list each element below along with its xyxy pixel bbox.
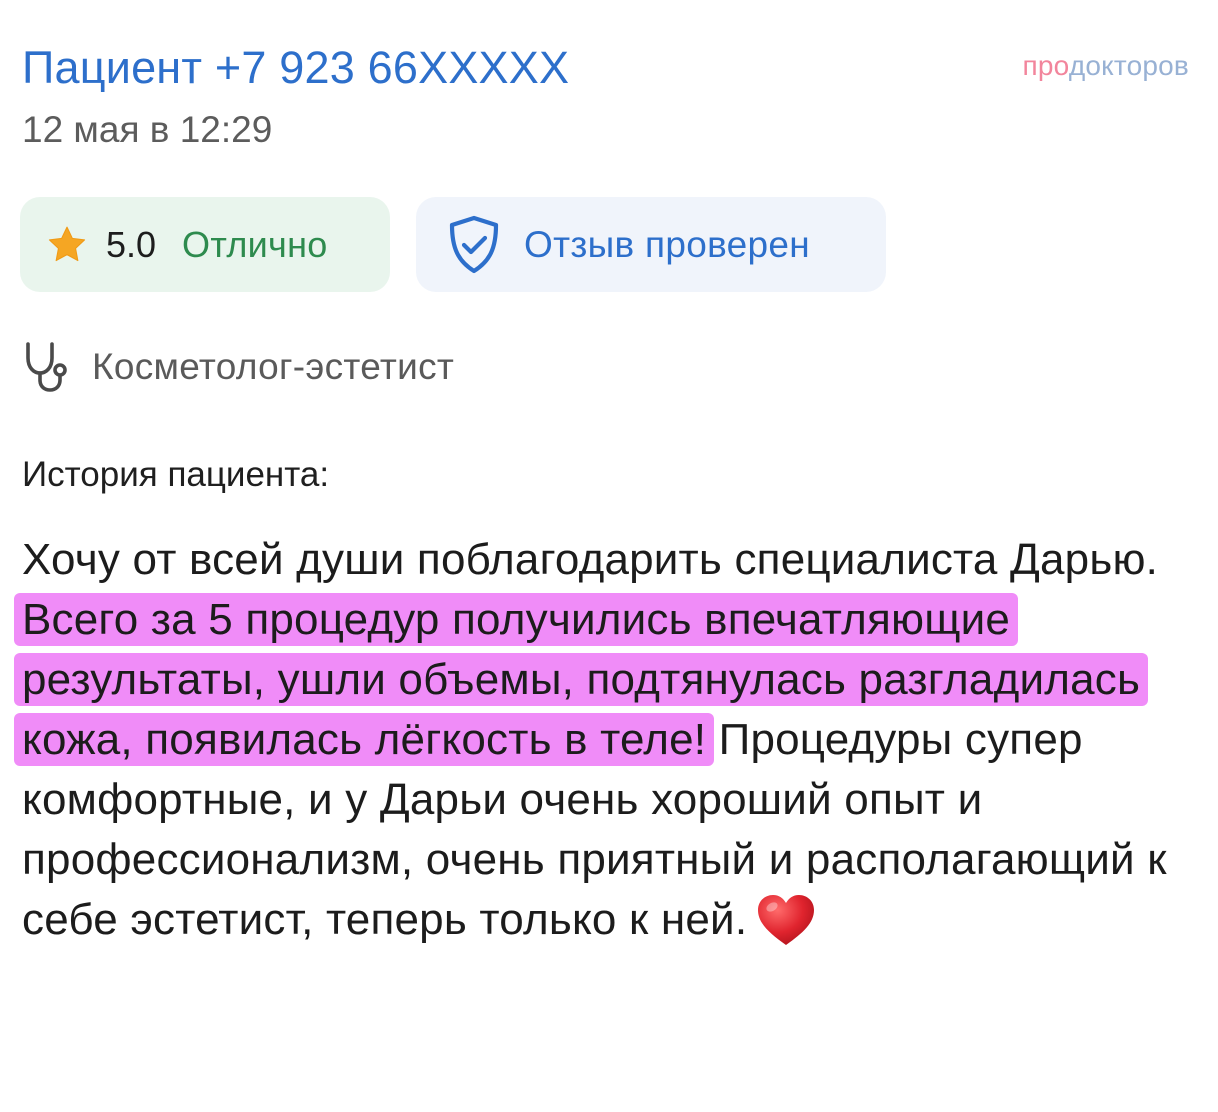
rating-text: Отлично (182, 223, 328, 265)
verified-text: Отзыв проверен (524, 223, 811, 265)
doctor-specialty[interactable]: Косметолог-эстетист (22, 340, 454, 394)
brand-logo-part2: докторов (1068, 50, 1189, 81)
star-icon (48, 226, 86, 261)
specialty-label: Косметолог-эстетист (92, 346, 455, 387)
heart-icon (758, 895, 815, 945)
story-text: Хочу от всей души поблагодарить специали… (14, 530, 1202, 950)
rating-badge: 5.0 Отлично (20, 197, 390, 292)
review-date: 12 мая в 12:29 (22, 109, 273, 150)
rating-value: 5.0 (106, 223, 157, 265)
story-title: История пациента: (22, 455, 330, 494)
badges-row: 5.0 Отлично Отзыв проверен (20, 197, 886, 292)
stethoscope-icon (26, 342, 67, 392)
brand-logo[interactable]: продокторов (1023, 48, 1189, 84)
review-header: Пациент +7 923 66XXXXX 12 мая в 12:29 пр… (22, 38, 1197, 154)
patient-name: Пациент +7 923 66XXXXX (22, 42, 570, 93)
story-text-part1: Хочу от всей души поблагодарить специали… (22, 535, 1159, 584)
brand-logo-part1: про (1022, 50, 1069, 81)
shield-check-icon (449, 215, 499, 273)
verified-badge[interactable]: Отзыв проверен (416, 197, 886, 292)
